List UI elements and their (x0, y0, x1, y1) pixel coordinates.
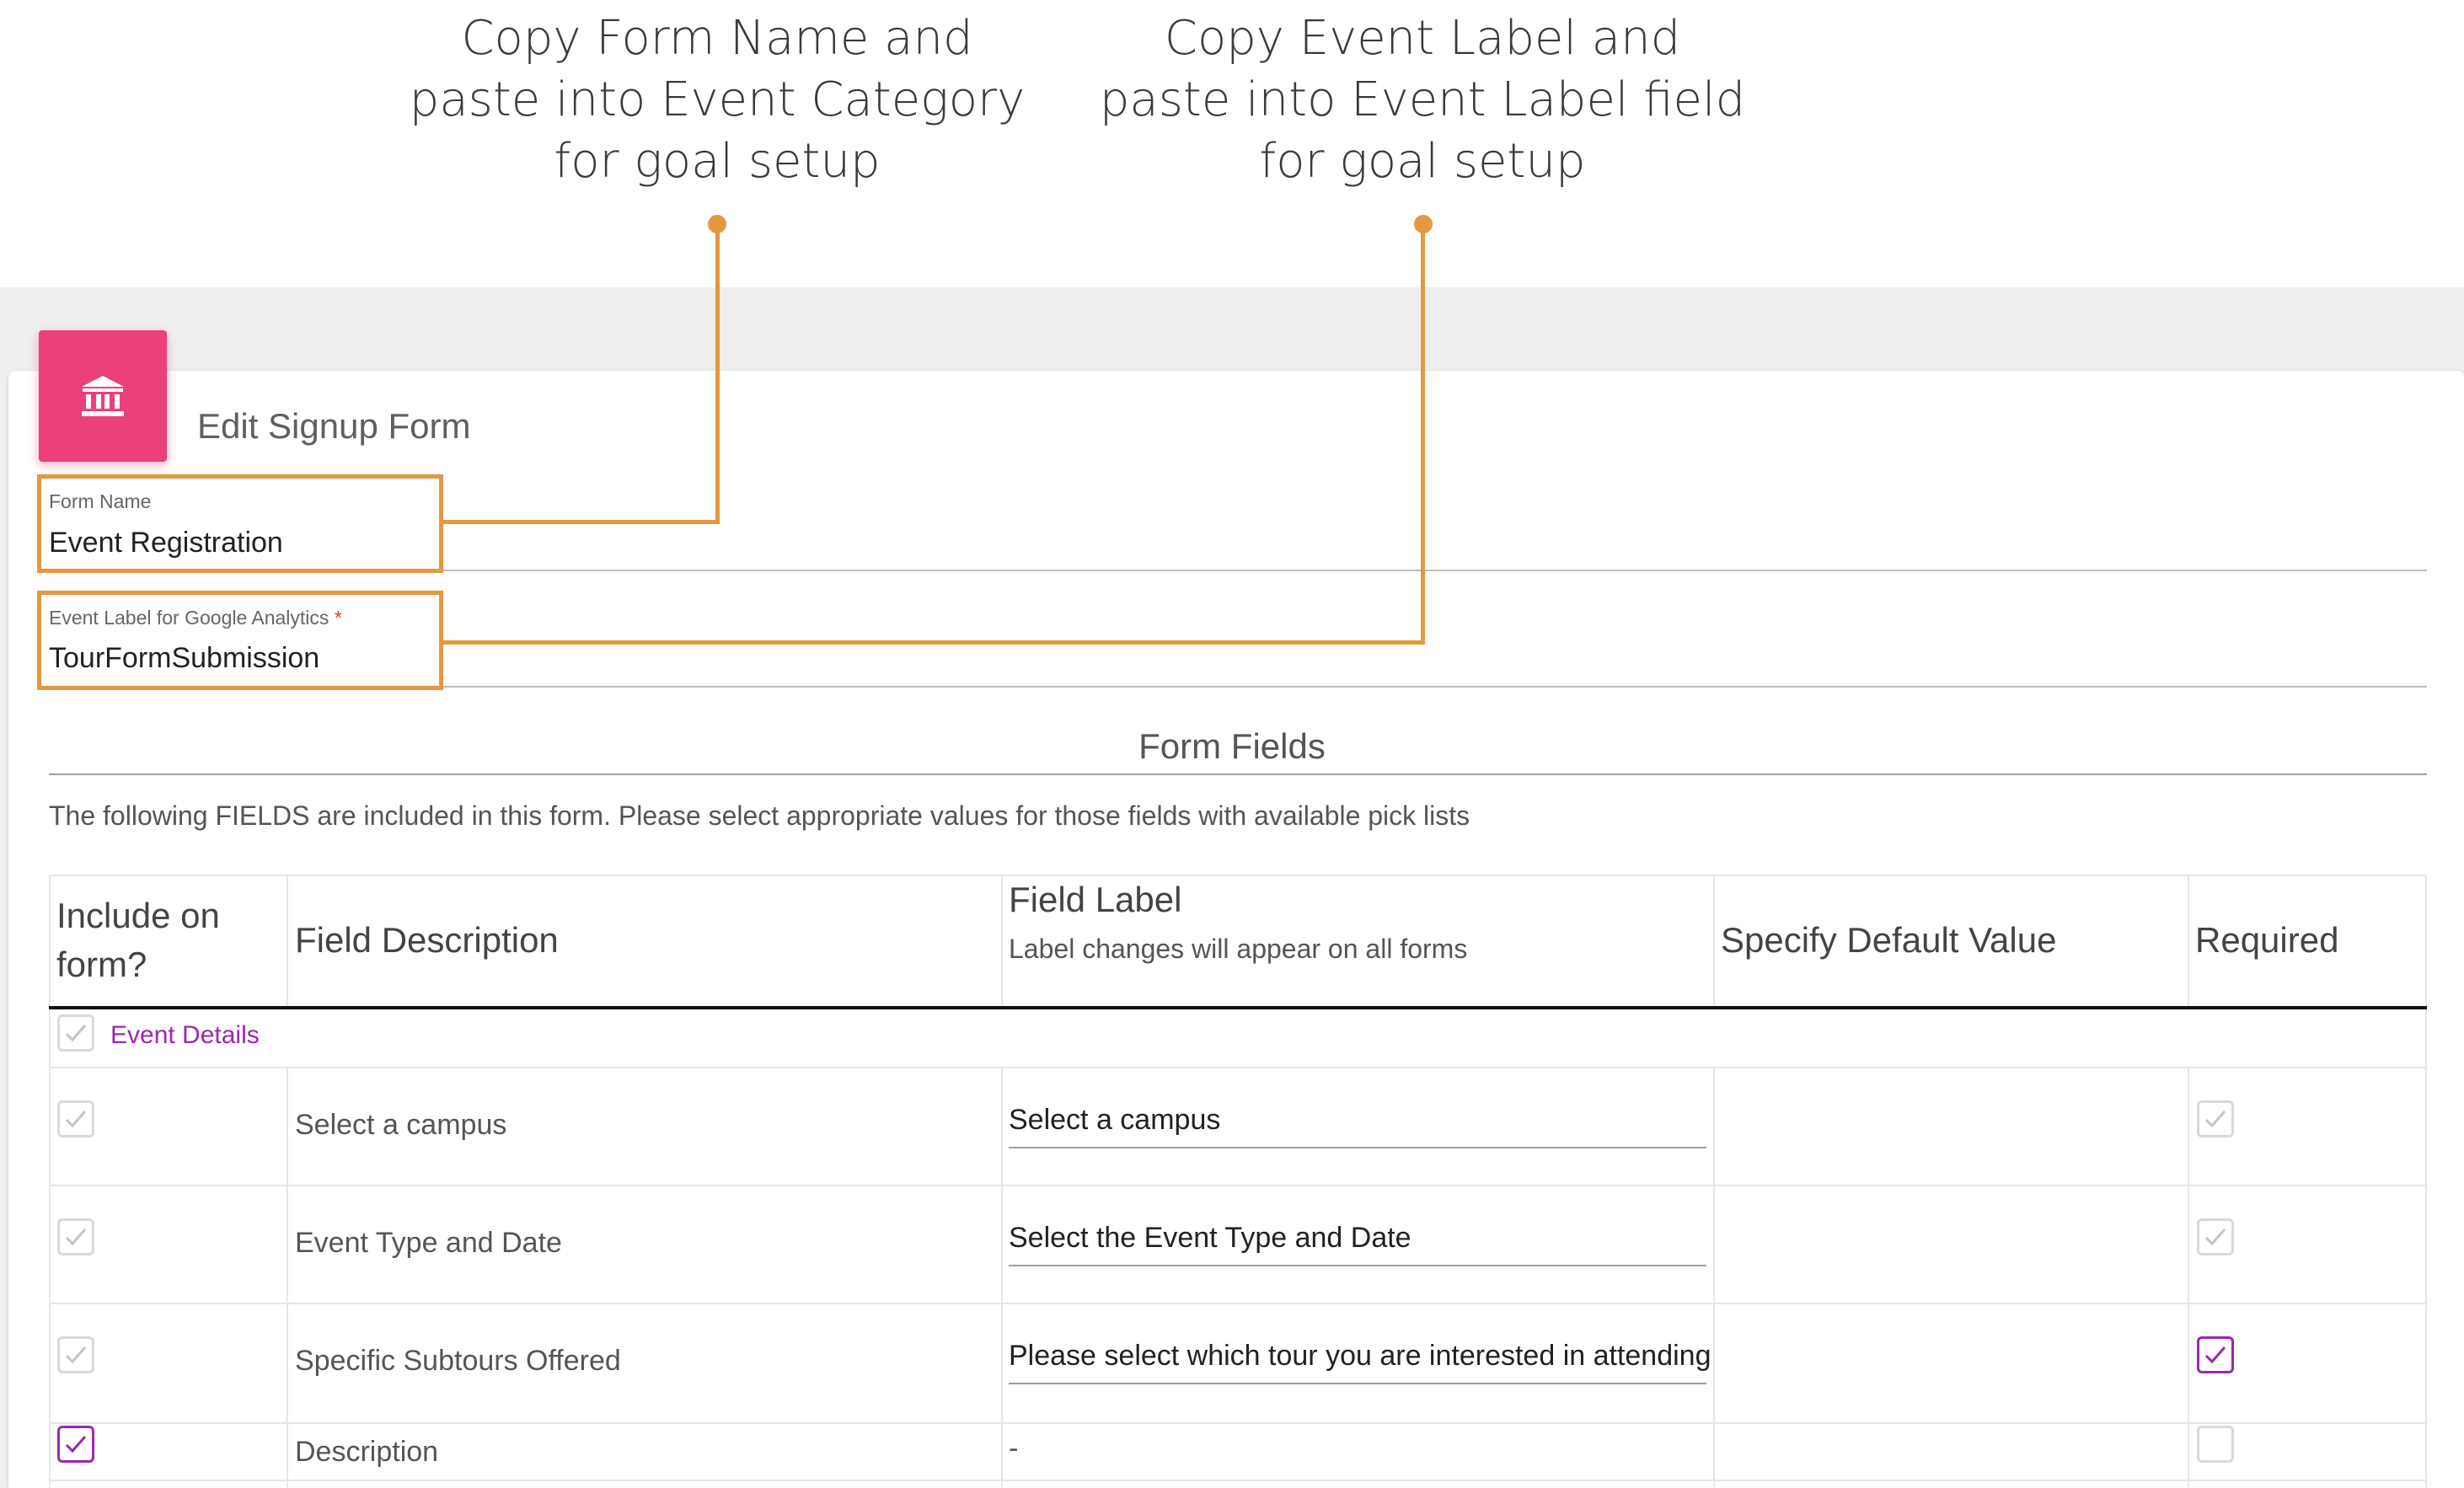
callout-line: Copy Event Label and (1164, 11, 1681, 66)
field-description: Specific Subtours Offered (295, 1345, 621, 1377)
row-divider (49, 1480, 2427, 1481)
col-header-line: Include on (56, 896, 220, 935)
table-divider (2425, 875, 2427, 1488)
callout-connector (439, 520, 720, 524)
table-top-border (49, 875, 2427, 876)
callout-connector (439, 640, 1425, 645)
callout-event-label: Copy Event Label and paste into Event La… (1077, 8, 1768, 192)
callout-line: Copy Form Name and (461, 11, 973, 66)
group-label: Event Details (110, 1021, 260, 1049)
required-checkbox[interactable] (2197, 1426, 2234, 1463)
callout-connector (715, 224, 720, 524)
form-name-highlight (37, 474, 443, 573)
include-checkbox[interactable] (57, 1218, 94, 1255)
page-title: Edit Signup Form (197, 406, 471, 446)
field-label-input[interactable]: Select a campus (1009, 1104, 1220, 1137)
col-header-description: Field Description (295, 920, 559, 960)
table-divider (2188, 1068, 2189, 1488)
field-label-input[interactable]: Please select which tour you are interes… (1009, 1340, 1711, 1373)
required-checkbox[interactable] (2197, 1218, 2234, 1255)
table-divider (1001, 1068, 1003, 1488)
event-label-highlight (37, 591, 443, 690)
row-divider (49, 1303, 2427, 1304)
row-divider (49, 1185, 2427, 1186)
include-checkbox[interactable] (57, 1426, 94, 1463)
row-divider (49, 1067, 2427, 1068)
field-label-underline (1009, 1147, 1706, 1148)
col-header-line: form? (56, 945, 147, 984)
col-header-required: Required (2195, 920, 2339, 960)
callout-line: for goal setup (1259, 134, 1586, 189)
field-description: Select a campus (295, 1109, 507, 1141)
field-label-input[interactable]: Select the Event Type and Date (1009, 1222, 1411, 1255)
field-description: Event Type and Date (295, 1227, 562, 1259)
table-header-border (49, 1006, 2427, 1009)
field-label-value: - (1009, 1432, 1019, 1464)
group-checkbox[interactable] (57, 1014, 94, 1052)
col-header-label-hint: Label changes will appear on all forms (1009, 934, 1468, 964)
required-checkbox[interactable] (2197, 1336, 2234, 1373)
callout-line: paste into Event Label field (1099, 72, 1746, 127)
table-divider (1713, 1068, 1715, 1488)
include-checkbox[interactable] (57, 1336, 94, 1373)
callout-line: for goal setup (554, 134, 881, 189)
section-title: Form Fields (1138, 726, 1326, 766)
section-divider (49, 773, 2427, 775)
callout-connector (1421, 224, 1425, 645)
col-header-label: Field Label (1009, 880, 1182, 919)
col-header-include: Include on form? (56, 891, 220, 989)
table-divider (287, 1068, 288, 1488)
table-divider (287, 875, 288, 1008)
callout-line: paste into Event Category (409, 72, 1026, 127)
required-checkbox[interactable] (2197, 1100, 2234, 1137)
field-label-underline (1009, 1383, 1706, 1384)
table-divider (1713, 875, 1715, 1008)
col-header-default: Specify Default Value (1721, 920, 2057, 960)
bank-icon (39, 330, 167, 462)
include-checkbox[interactable] (57, 1100, 94, 1137)
field-description: Description (295, 1436, 439, 1468)
field-label-underline (1009, 1265, 1706, 1266)
table-divider (1001, 875, 1003, 1008)
table-divider (49, 875, 51, 1488)
section-description: The following FIELDS are included in thi… (49, 800, 1470, 831)
row-divider (49, 1422, 2427, 1424)
table-divider (2188, 875, 2189, 1008)
callout-form-name: Copy Form Name and paste into Event Cate… (372, 8, 1063, 192)
